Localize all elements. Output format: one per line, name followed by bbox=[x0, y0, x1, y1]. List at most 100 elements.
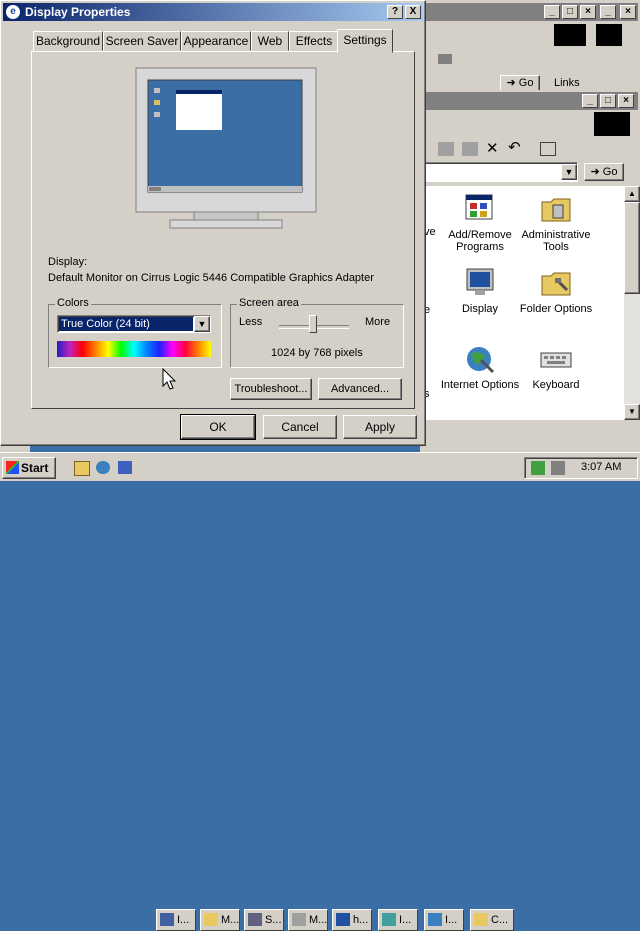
go-arrow-icon: ➜ bbox=[506, 77, 516, 89]
scroll-up-button[interactable]: ▲ bbox=[624, 186, 640, 202]
task-app-icon bbox=[382, 913, 396, 926]
windows-logo-icon bbox=[594, 112, 630, 136]
scroll-thumb[interactable] bbox=[624, 202, 640, 294]
keyboard-item[interactable]: Keyboard bbox=[514, 342, 598, 391]
colors-selected-value: True Color (24 bit) bbox=[59, 317, 193, 331]
resolution-slider-thumb[interactable] bbox=[309, 315, 317, 333]
help-button[interactable]: ? bbox=[387, 5, 403, 19]
taskbar-task-1[interactable]: I... bbox=[156, 909, 196, 931]
start-button[interactable]: Start bbox=[2, 457, 56, 479]
administrative-tools-item[interactable]: Administrative Tools bbox=[514, 192, 598, 253]
links-button[interactable]: Links bbox=[554, 77, 580, 89]
colors-select[interactable]: True Color (24 bit) ▼ bbox=[57, 315, 211, 333]
cp-content-pane: ve e s Add/Remove Programs Administrativ… bbox=[420, 186, 624, 420]
tab-strip: Background Screen Saver Appearance Web E… bbox=[1, 29, 425, 53]
more-label: More bbox=[365, 316, 391, 328]
apply-button[interactable]: Apply bbox=[343, 415, 417, 439]
cancel-button[interactable]: Cancel bbox=[263, 415, 337, 439]
move-to-icon[interactable] bbox=[438, 142, 454, 156]
tab-web[interactable]: Web bbox=[251, 31, 289, 51]
browser-minimize-button[interactable]: _ bbox=[544, 5, 560, 19]
color-spectrum-bar bbox=[57, 341, 211, 357]
taskbar-task-7[interactable]: I... bbox=[424, 909, 464, 931]
folder-options-icon bbox=[539, 266, 573, 300]
display-icon bbox=[463, 266, 497, 300]
settings-tab-page: Display: Default Monitor on Cirrus Logic… bbox=[31, 51, 415, 409]
display-adapter-text: Default Monitor on Cirrus Logic 5446 Com… bbox=[48, 272, 374, 284]
colors-group-label: Colors bbox=[55, 297, 91, 309]
taskbar-task-3[interactable]: S... bbox=[244, 909, 284, 931]
taskbar-task-2[interactable]: M... bbox=[200, 909, 240, 931]
folder-options-item[interactable]: Folder Options bbox=[514, 266, 598, 315]
delete-icon[interactable]: ✕ bbox=[486, 139, 499, 157]
task-app-icon bbox=[336, 913, 350, 926]
print-icon[interactable] bbox=[438, 54, 452, 64]
task-app-icon bbox=[428, 913, 442, 926]
windows-logo-icon bbox=[554, 24, 586, 46]
browser-close-button[interactable]: × bbox=[580, 5, 596, 19]
add-remove-programs-icon bbox=[463, 192, 497, 226]
tab-background[interactable]: Background bbox=[33, 31, 103, 51]
internet-options-icon bbox=[463, 342, 497, 376]
add-remove-programs-item[interactable]: Add/Remove Programs bbox=[438, 192, 522, 253]
undo-icon[interactable]: ↶ bbox=[508, 138, 521, 156]
display-label: Display: bbox=[48, 256, 88, 268]
ok-button[interactable]: OK bbox=[180, 414, 256, 440]
cp-minimize-button[interactable]: _ bbox=[582, 94, 598, 108]
cp-vertical-scrollbar[interactable]: ▲ ▼ bbox=[624, 186, 640, 420]
dialog-title: Display Properties bbox=[25, 5, 131, 19]
system-tray: 3:07 AM bbox=[524, 457, 638, 479]
tab-effects[interactable]: Effects bbox=[289, 31, 339, 51]
clock[interactable]: 3:07 AM bbox=[581, 461, 621, 473]
browser-minimize-button-2[interactable]: _ bbox=[600, 5, 616, 19]
troubleshoot-button[interactable]: Troubleshoot... bbox=[230, 378, 312, 400]
colors-dropdown-button[interactable]: ▼ bbox=[194, 316, 210, 332]
less-label: Less bbox=[239, 316, 263, 328]
task-app-icon bbox=[248, 913, 262, 926]
copy-to-icon[interactable] bbox=[462, 142, 478, 156]
background-browser-window: _ □ × _ × ➜ Go Links bbox=[420, 0, 640, 92]
control-panel-window: _ □ × ✕ ↶ ▼ ➜ Go ve e s Add/Remove Progr… bbox=[420, 90, 640, 452]
advanced-button[interactable]: Advanced... bbox=[318, 378, 402, 400]
resolution-text: 1024 by 768 pixels bbox=[271, 347, 363, 359]
administrative-tools-icon bbox=[539, 192, 573, 226]
taskbar: Start I... M... S... M... h... I... I...… bbox=[0, 452, 640, 931]
cp-toolbar: ✕ ↶ bbox=[420, 138, 638, 160]
cp-maximize-button[interactable]: □ bbox=[600, 94, 616, 108]
outlook-express-icon[interactable] bbox=[118, 461, 132, 474]
taskbar-task-8[interactable]: C... bbox=[470, 909, 514, 931]
scroll-down-button[interactable]: ▼ bbox=[624, 404, 640, 420]
dialog-titlebar: e Display Properties ? X bbox=[3, 3, 423, 21]
taskbar-task-6[interactable]: I... bbox=[378, 909, 418, 931]
views-icon[interactable] bbox=[540, 142, 556, 156]
network-icon[interactable] bbox=[531, 461, 545, 475]
volume-icon[interactable] bbox=[551, 461, 565, 475]
mouse-cursor-icon bbox=[162, 367, 177, 393]
tab-appearance[interactable]: Appearance bbox=[181, 31, 251, 51]
internet-explorer-icon[interactable] bbox=[96, 461, 110, 474]
display-properties-app-icon: e bbox=[6, 5, 20, 19]
internet-options-item[interactable]: Internet Options bbox=[438, 342, 522, 391]
show-desktop-icon[interactable] bbox=[74, 461, 90, 476]
browser-maximize-button[interactable]: □ bbox=[562, 5, 578, 19]
tab-screen-saver[interactable]: Screen Saver bbox=[103, 31, 181, 51]
cp-address-field[interactable]: ▼ bbox=[420, 162, 578, 182]
address-dropdown-button[interactable]: ▼ bbox=[561, 164, 577, 180]
close-button[interactable]: X bbox=[405, 5, 421, 19]
browser-close-button-2[interactable]: × bbox=[620, 5, 636, 19]
taskbar-task-5[interactable]: h... bbox=[332, 909, 372, 931]
monitor-preview bbox=[134, 66, 318, 236]
windows-logo-icon bbox=[596, 24, 622, 46]
taskbar-task-4[interactable]: M... bbox=[288, 909, 328, 931]
display-item[interactable]: Display bbox=[438, 266, 522, 315]
cp-go-button[interactable]: ➜ Go bbox=[584, 163, 624, 181]
cp-close-button[interactable]: × bbox=[618, 94, 634, 108]
screen-area-group-label: Screen area bbox=[237, 297, 301, 309]
display-properties-dialog: e Display Properties ? X Background Scre… bbox=[0, 0, 426, 446]
screen-area-group: Screen area Less More 1024 by 768 pixels bbox=[230, 297, 404, 368]
control-panel-icon bbox=[474, 913, 488, 926]
go-arrow-icon: ➜ bbox=[590, 166, 600, 178]
tab-settings[interactable]: Settings bbox=[337, 29, 393, 53]
task-app-icon bbox=[292, 913, 306, 926]
keyboard-icon bbox=[539, 342, 573, 376]
